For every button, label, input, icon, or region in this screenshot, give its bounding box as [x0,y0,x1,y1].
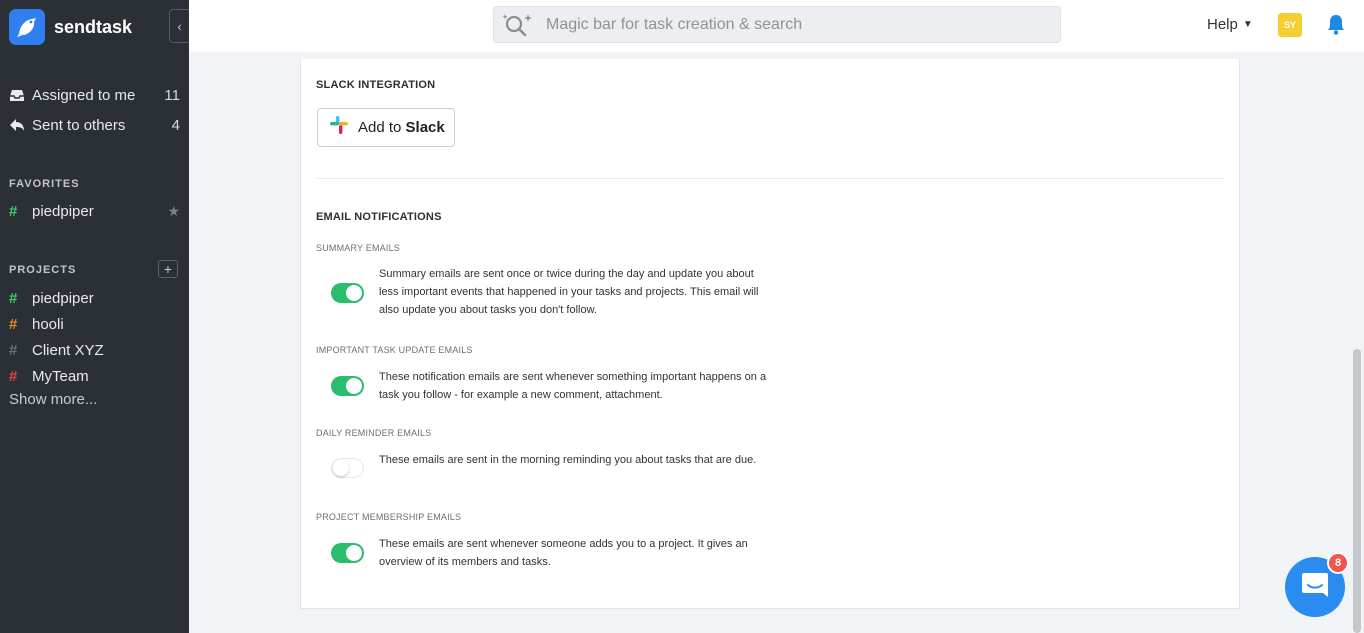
projects-heading: PROJECTS [9,264,77,276]
chat-icon [1300,571,1330,604]
sidebar-item-label: MyTeam [32,367,89,385]
hash-icon: # [9,202,18,220]
chat-unread-badge: 8 [1327,552,1349,574]
sidebar-item-label: piedpiper [32,289,94,307]
project-membership-emails-toggle[interactable] [331,543,364,563]
bell-icon[interactable] [1326,13,1346,35]
magic-search-icon [500,11,534,39]
summary-emails-toggle[interactable] [331,283,364,303]
bird-logo-icon [9,9,45,45]
chevron-left-icon: ‹ [177,18,182,34]
email-notifications-heading: EMAIL NOTIFICATIONS [316,211,442,223]
toggle-knob [346,285,362,301]
add-to-slack-button[interactable]: Add to Slack [317,108,455,147]
top-bar: Help ▼ SY [189,0,1364,52]
important-task-update-emails-title: IMPORTANT TASK UPDATE EMAILS [316,345,473,355]
settings-card: SLACK INTEGRATION Add to Slack EMAIL NOT… [300,59,1240,609]
section-divider [316,178,1225,179]
sidebar-item-sent-to-others[interactable]: Sent to others 4 [9,113,180,137]
daily-reminder-emails-toggle[interactable] [331,458,364,478]
add-to-slack-label: Add to Slack [358,119,445,136]
magic-bar[interactable] [493,6,1061,43]
hash-icon: # [9,315,18,333]
toggle-knob [333,460,349,476]
sidebar-item-label: piedpiper [32,202,94,220]
star-icon[interactable]: ★ [167,203,180,220]
sidebar-item-label: Client XYZ [32,341,104,359]
sidebar-item-label: Sent to others [32,116,126,134]
plus-icon: + [163,261,173,277]
inbox-icon [9,87,27,103]
toggle-knob [346,378,362,394]
sidebar-item-label: Assigned to me [32,86,136,104]
hash-icon: # [9,367,18,385]
favorites-heading: FAVORITES [9,178,80,190]
avatar[interactable]: SY [1278,13,1302,37]
add-to-slack-brand: Slack [405,119,445,136]
summary-emails-title: SUMMARY EMAILS [316,243,400,253]
daily-reminder-emails-title: DAILY REMINDER EMAILS [316,428,432,438]
project-membership-emails-title: PROJECT MEMBERSHIP EMAILS [316,512,462,522]
help-label: Help [1207,16,1238,33]
hash-icon: # [9,341,18,359]
brand[interactable]: sendtask [9,9,132,45]
search-input[interactable] [546,15,1026,34]
add-to-slack-prefix: Add to [358,119,406,136]
sidebar-item-assigned-to-me[interactable]: Assigned to me 11 [9,83,180,107]
caret-down-icon: ▼ [1242,19,1253,30]
toggle-knob [346,545,362,561]
scrollbar-thumb[interactable] [1353,349,1361,633]
important-task-update-emails-toggle[interactable] [331,376,364,396]
sidebar: sendtask ‹ Assigned to me 11 Sent to oth… [0,0,189,633]
show-more-link[interactable]: Show more... [9,391,97,408]
sidebar-project-client-xyz[interactable]: # Client XYZ [9,338,180,362]
sidebar-project-myteam[interactable]: # MyTeam [9,364,180,388]
hash-icon: # [9,289,18,307]
slack-integration-heading: SLACK INTEGRATION [316,79,436,91]
slack-logo-icon [328,114,350,141]
collapse-sidebar-button[interactable]: ‹ [169,9,189,43]
sidebar-favorite-piedpiper[interactable]: # piedpiper ★ [9,199,180,223]
brand-name: sendtask [54,16,133,37]
daily-reminder-emails-description: These emails are sent in the morning rem… [379,454,757,466]
important-task-update-emails-description: These notification emails are sent whene… [379,371,767,401]
summary-emails-description: Summary emails are sent once or twice du… [379,268,759,316]
count-badge: 4 [171,116,180,134]
project-membership-emails-description: These emails are sent whenever someone a… [379,538,748,568]
sidebar-item-label: hooli [32,315,64,333]
reply-icon [9,117,27,133]
add-project-button[interactable]: + [158,260,178,278]
help-menu[interactable]: Help ▼ [1207,16,1253,33]
sidebar-project-piedpiper[interactable]: # piedpiper [9,286,180,310]
count-badge: 11 [164,86,180,104]
sidebar-project-hooli[interactable]: # hooli [9,312,180,336]
